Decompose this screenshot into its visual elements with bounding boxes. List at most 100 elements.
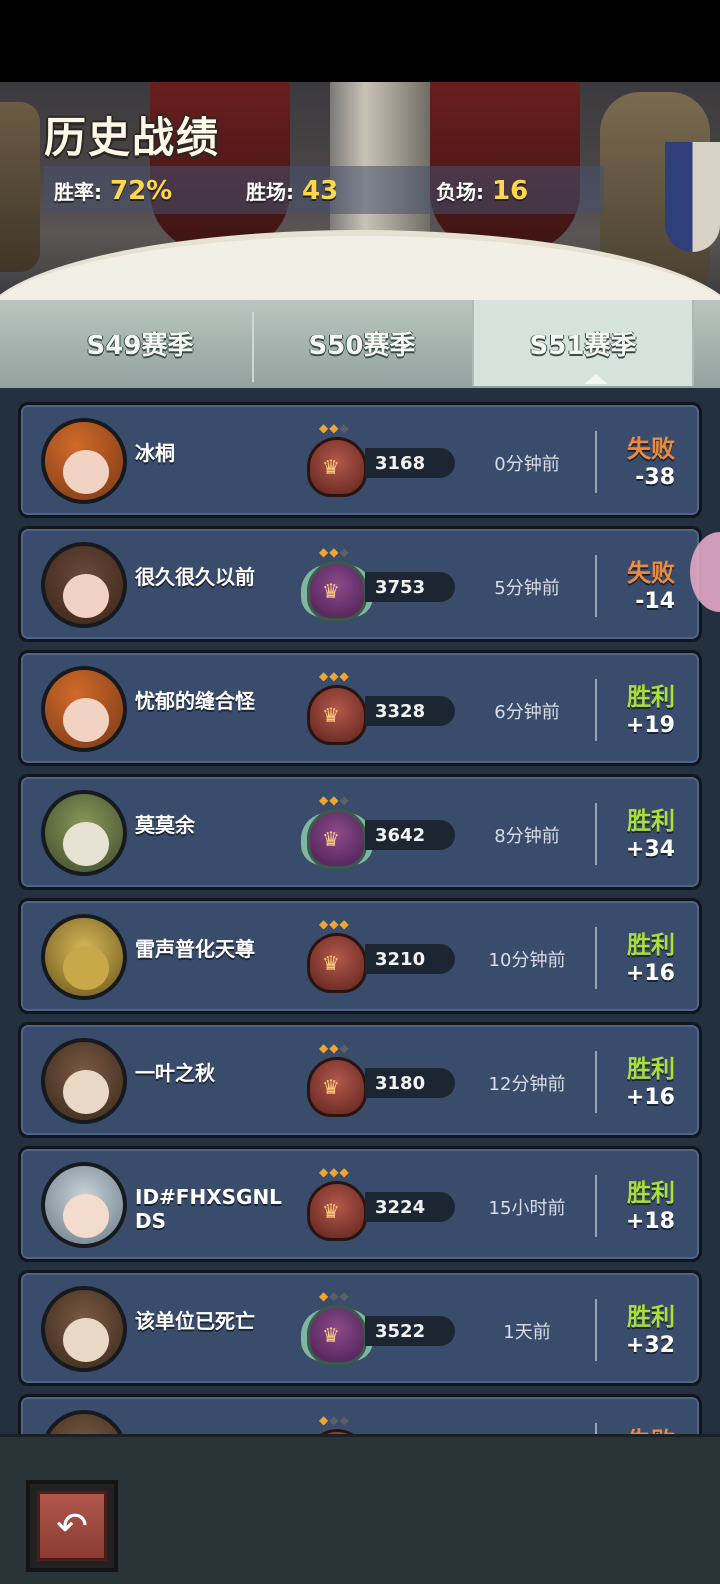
- tab-s49[interactable]: S49赛季: [20, 300, 260, 386]
- match-result: 胜利: [627, 931, 675, 959]
- rank-stars: ◆◆◆: [319, 917, 350, 931]
- back-button[interactable]: ↶: [26, 1480, 118, 1572]
- rank-emblem-icon: ◆◆◆ ♛: [303, 1041, 373, 1121]
- page-title: 历史战绩: [44, 113, 221, 162]
- score-delta: +18: [625, 1209, 675, 1234]
- crown-icon: ♛: [322, 951, 340, 975]
- rank-stars: ◆◆◆: [319, 793, 350, 807]
- match-result: 胜利: [627, 1055, 675, 1083]
- divider: [595, 1175, 597, 1237]
- crown-icon: ♛: [322, 1075, 340, 1099]
- player-name: 该单位已死亡: [135, 1309, 255, 1333]
- divider: [595, 1051, 597, 1113]
- monkey-avatar[interactable]: [41, 1286, 127, 1372]
- rank-star-icon: ◆: [329, 545, 340, 559]
- rank-emblem-icon: ◆◆◆ ♛: [303, 1413, 373, 1434]
- rank-emblem-icon: ◆◆◆ ♛: [303, 669, 373, 749]
- rank-emblem-icon: ◆◆◆ ♛: [303, 421, 373, 501]
- rank-star-icon: ◆: [329, 1041, 340, 1055]
- score-delta: +16: [625, 961, 675, 986]
- match-row[interactable]: ◆◆◆ ♛ 失败: [18, 1394, 702, 1434]
- match-result: 失败: [611, 1421, 691, 1434]
- score-delta: +32: [625, 1333, 675, 1358]
- match-row[interactable]: 一叶之秋 ◆◆◆ ♛ 3180 12分钟前 胜利 +16: [18, 1022, 702, 1138]
- player-name: 很久很久以前: [135, 565, 255, 589]
- wins-stat: 胜场: 43: [246, 176, 338, 206]
- match-row[interactable]: 该单位已死亡 ◆◆◆ ♛ 3522 1天前 胜利 +32: [18, 1270, 702, 1386]
- win-rate-stat: 胜率: 72%: [54, 176, 172, 206]
- monkey-avatar[interactable]: [41, 1038, 127, 1124]
- rank-star-icon: ◆: [319, 545, 330, 559]
- rank-star-icon: ◆: [329, 917, 340, 931]
- rank-stars: ◆◆◆: [319, 545, 350, 559]
- rank-score: 3210: [365, 944, 455, 974]
- match-row[interactable]: 雷声普化天尊 ◆◆◆ ♛ 3210 10分钟前 胜利 +16: [18, 898, 702, 1014]
- rank-emblem-icon: ◆◆◆ ♛: [303, 793, 373, 873]
- crown-icon: ♛: [322, 703, 340, 727]
- rank-score: 3180: [365, 1068, 455, 1098]
- match-time: 8分钟前: [494, 826, 560, 847]
- tab-s50[interactable]: S50赛季: [242, 300, 482, 386]
- match-row[interactable]: 忧郁的缝合怪 ◆◆◆ ♛ 3328 6分钟前 胜利 +19: [18, 650, 702, 766]
- rank-star-icon: ◆: [319, 1413, 330, 1427]
- losses-stat: 负场: 16: [436, 176, 528, 206]
- divider: [595, 679, 597, 741]
- crown-icon: ♛: [322, 455, 340, 479]
- crown-icon: ♛: [322, 827, 340, 851]
- rank-emblem-icon: ◆◆◆ ♛: [303, 1165, 373, 1245]
- shield-icon: [665, 142, 720, 252]
- rank-star-icon: ◆: [329, 1413, 340, 1427]
- match-result: 胜利: [627, 683, 675, 711]
- raccoon-avatar[interactable]: [41, 790, 127, 876]
- divider: [595, 555, 597, 617]
- tab-s51[interactable]: S51赛季: [472, 300, 694, 386]
- divider: [595, 431, 597, 493]
- match-history-list[interactable]: 冰桐 ◆◆◆ ♛ 3168 0分钟前 失败 -38 很久很久以前 ◆◆◆ ♛ 3…: [0, 388, 720, 1434]
- rank-star-icon: ◆: [339, 1165, 350, 1179]
- pumpkin-avatar[interactable]: [41, 666, 127, 752]
- wins-label: 胜场:: [246, 180, 294, 204]
- rank-emblem-icon: ◆◆◆ ♛: [303, 1289, 373, 1369]
- match-row[interactable]: ID#FHXSGNLDS ◆◆◆ ♛ 3224 15小时前 胜利 +18: [18, 1146, 702, 1262]
- rank-stars: ◆◆◆: [319, 1289, 350, 1303]
- girl-avatar[interactable]: [41, 542, 127, 628]
- score-delta: -38: [635, 465, 675, 490]
- match-time: 1天前: [503, 1322, 551, 1343]
- match-row[interactable]: 很久很久以前 ◆◆◆ ♛ 3753 5分钟前 失败 -14: [18, 526, 702, 642]
- divider: [595, 1423, 597, 1434]
- rank-stars: ◆◆◆: [319, 1413, 350, 1427]
- match-result: 胜利: [627, 1179, 675, 1207]
- rank-star-icon: ◆: [339, 917, 350, 931]
- divider: [595, 803, 597, 865]
- knight-statue-left: [0, 102, 40, 272]
- match-result: 胜利: [627, 807, 675, 835]
- score-delta: -14: [635, 589, 675, 614]
- match-time: 5分钟前: [494, 578, 560, 599]
- rank-stars: ◆◆◆: [319, 1165, 350, 1179]
- score-delta: +34: [625, 837, 675, 862]
- rank-score: 3522: [365, 1316, 455, 1346]
- golden-avatar[interactable]: [41, 914, 127, 1000]
- rank-star-icon: ◆: [319, 421, 330, 435]
- rank-stars: ◆◆◆: [319, 669, 350, 683]
- crown-icon: ♛: [322, 1199, 340, 1223]
- match-row[interactable]: 莫莫余 ◆◆◆ ♛ 3642 8分钟前 胜利 +34: [18, 774, 702, 890]
- rank-star-icon: ◆: [329, 421, 340, 435]
- rank-star-icon: ◆: [329, 669, 340, 683]
- rank-score: 3224: [365, 1192, 455, 1222]
- win-rate-label: 胜率:: [54, 180, 102, 204]
- wins-value: 43: [302, 176, 339, 206]
- rank-star-icon: ◆: [329, 1165, 340, 1179]
- rank-star-icon: ◆: [329, 793, 340, 807]
- rank-star-icon: ◆: [339, 545, 350, 559]
- rank-star-icon: ◆: [339, 1289, 350, 1303]
- rank-score: 3328: [365, 696, 455, 726]
- silver-hair-avatar[interactable]: [41, 1162, 127, 1248]
- match-row[interactable]: 冰桐 ◆◆◆ ♛ 3168 0分钟前 失败 -38: [18, 402, 702, 518]
- rank-emblem-icon: ◆◆◆ ♛: [303, 545, 373, 625]
- match-result: 胜利: [627, 1303, 675, 1331]
- divider: [595, 927, 597, 989]
- match-time: 15小时前: [488, 1198, 566, 1219]
- pumpkin-avatar[interactable]: [41, 418, 127, 504]
- monkey-avatar[interactable]: [41, 1410, 127, 1434]
